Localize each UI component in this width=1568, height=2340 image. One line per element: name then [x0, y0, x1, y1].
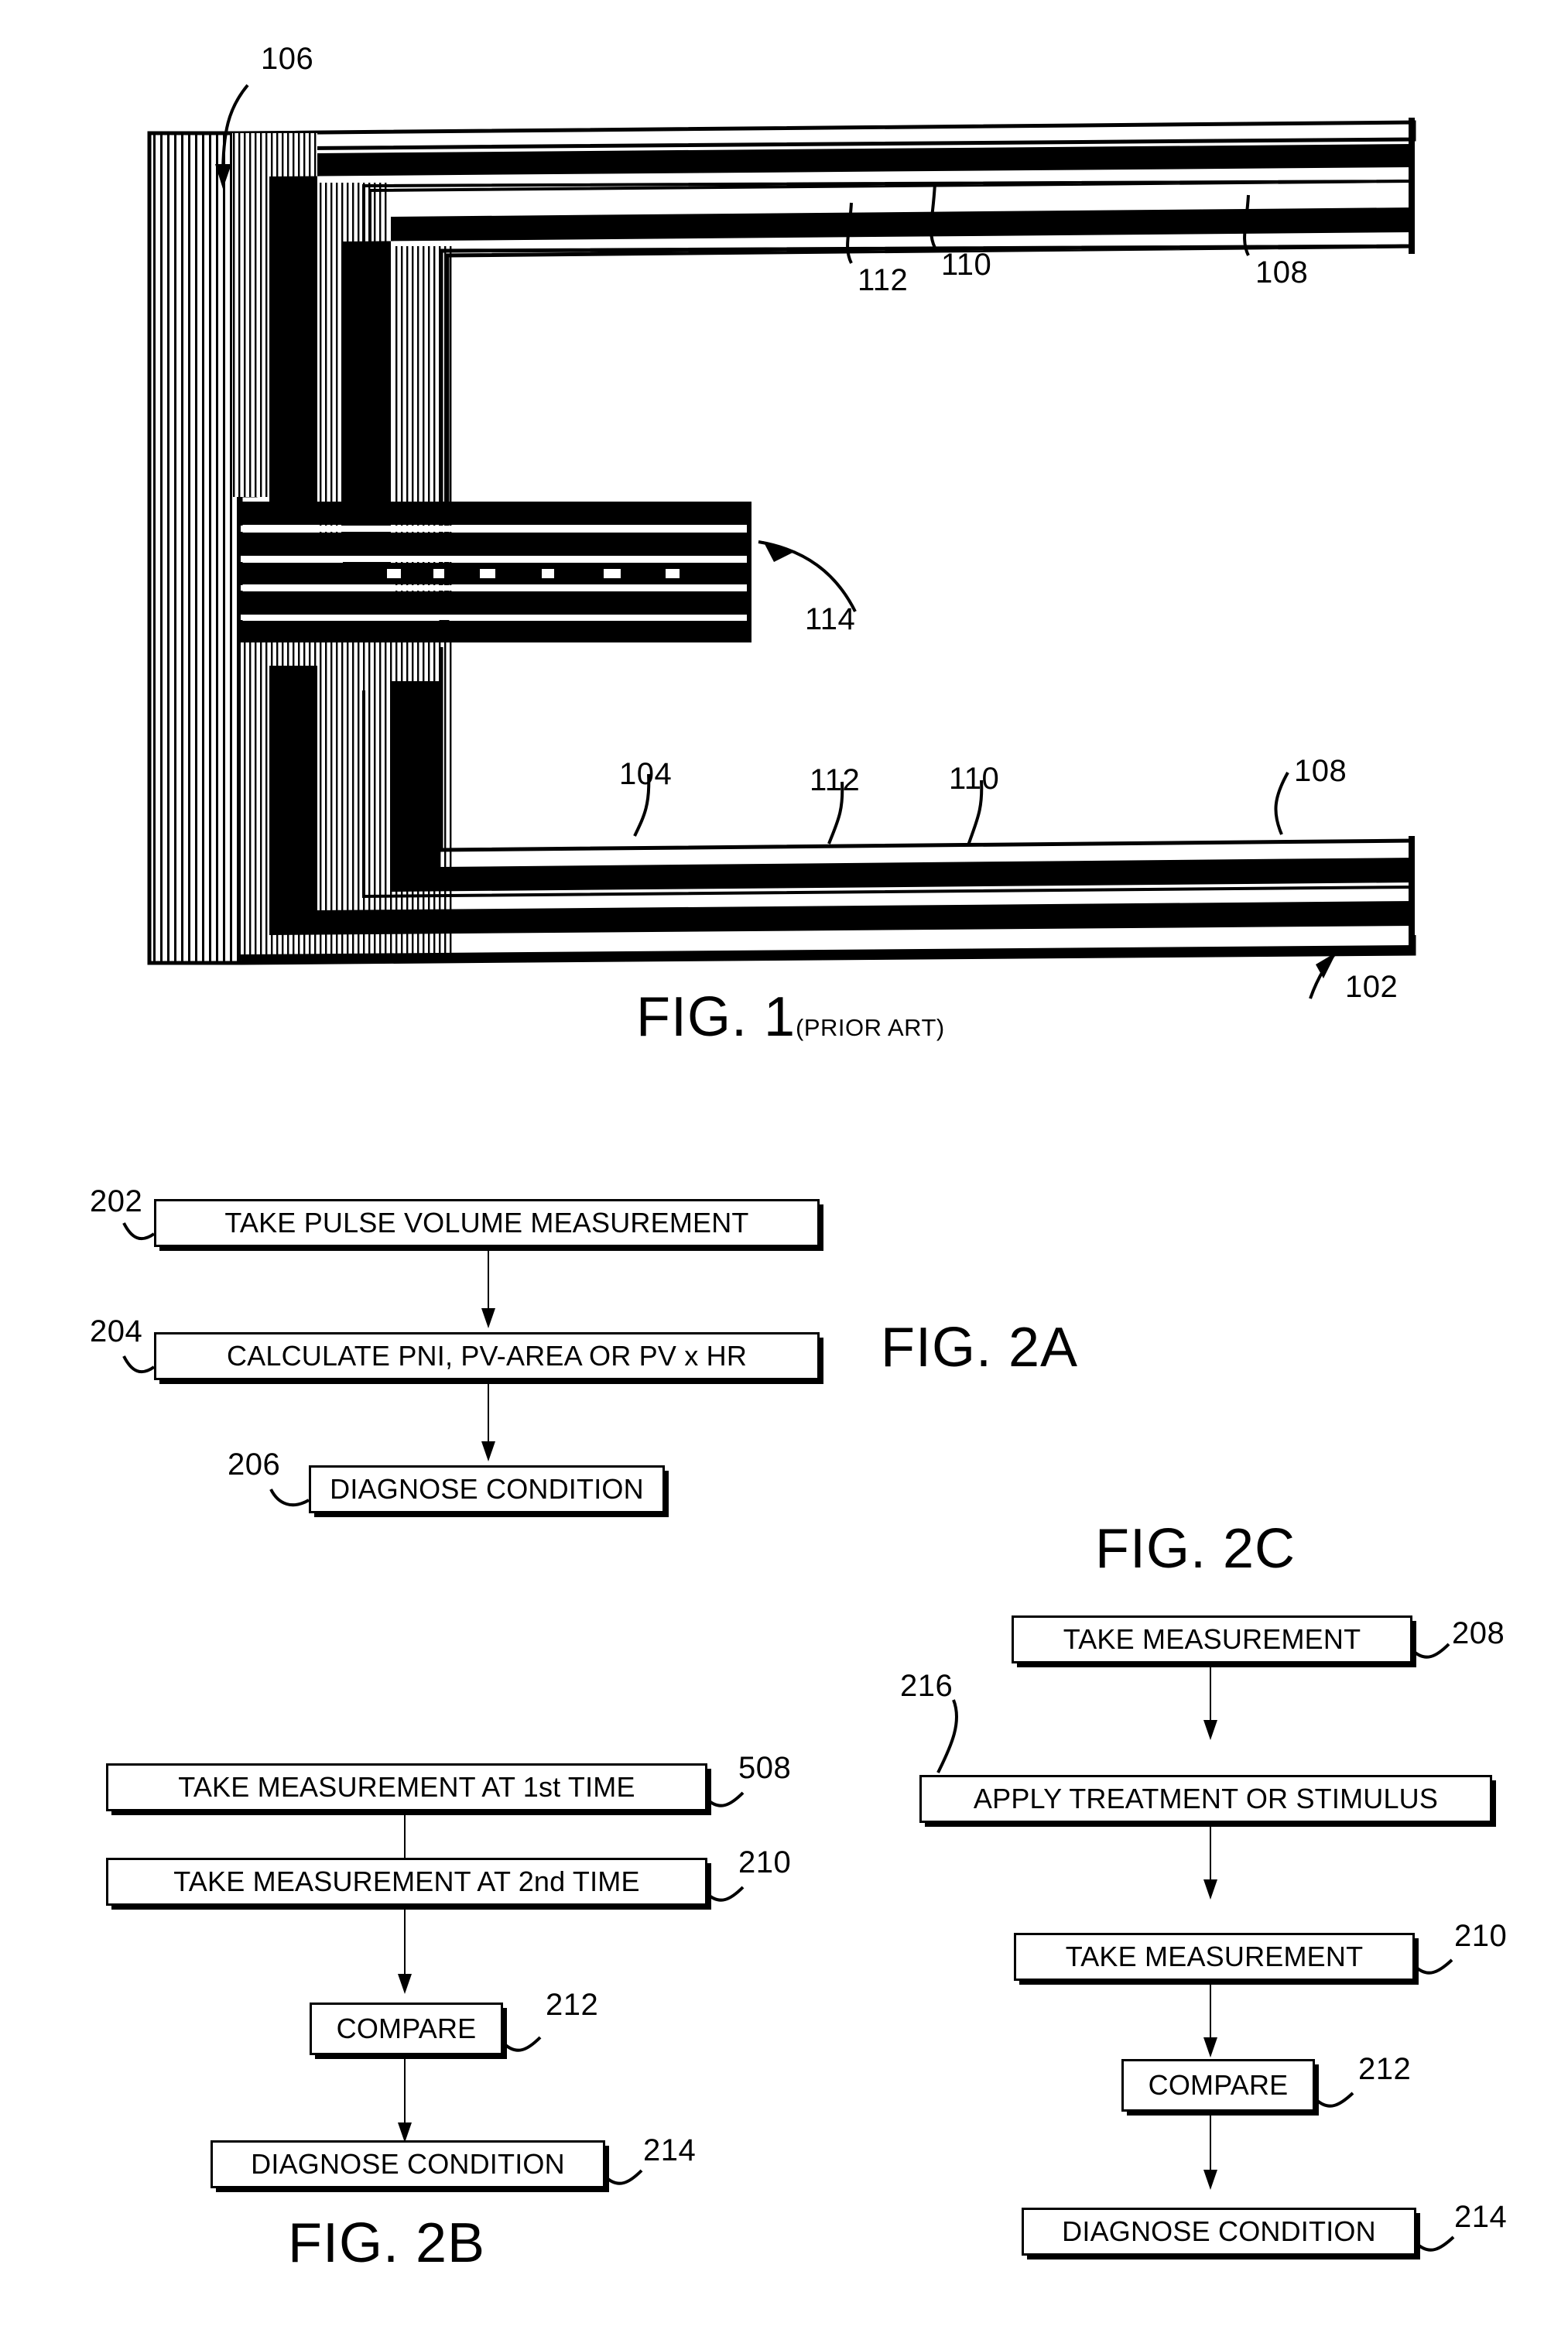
fig2b-title: FIG. 2B [288, 2212, 486, 2274]
patent-drawing-sheet: 106 112 110 108 114 104 112 110 108 102 … [0, 0, 1568, 2340]
fig2b-leaders [502, 1791, 745, 2185]
